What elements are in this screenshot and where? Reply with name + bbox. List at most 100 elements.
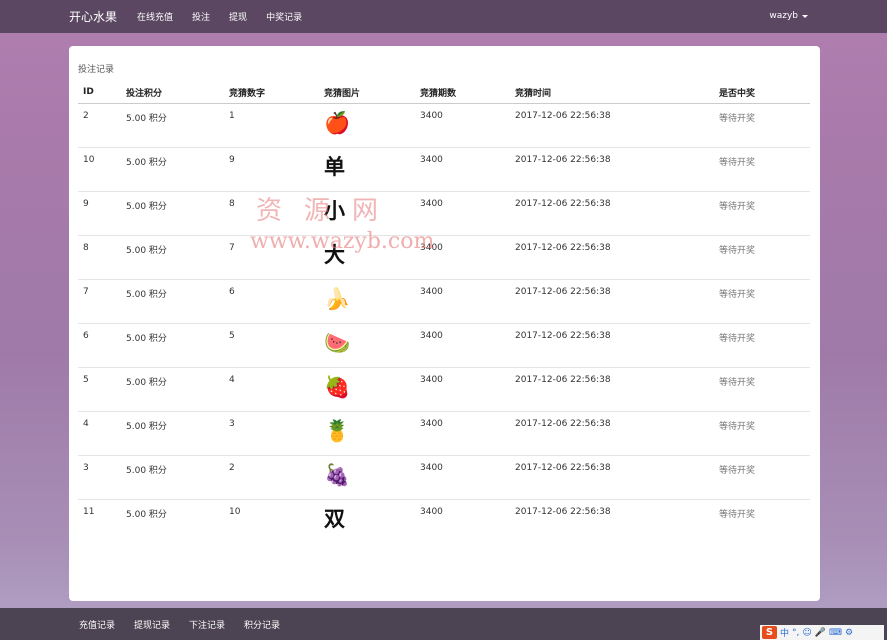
- ime-emoji-icon[interactable]: ☺: [802, 628, 811, 638]
- cell-id: 2: [78, 103, 121, 148]
- cell-picture: 双: [319, 499, 415, 543]
- cell-period: 3400: [415, 147, 510, 192]
- nav-link-win-records[interactable]: 中奖记录: [266, 10, 302, 23]
- footer-link-recharge-records[interactable]: 充值记录: [79, 618, 115, 631]
- cell-period: 3400: [420, 506, 443, 517]
- cell-time: 2017-12-06 22:56:38: [510, 411, 714, 456]
- guess-picture-icon: 🍓: [324, 374, 351, 399]
- cell-picture: 🍌: [319, 279, 415, 324]
- cell-points: 5.00 积分: [121, 147, 224, 192]
- cell-id: 11: [83, 506, 95, 517]
- cell-time: 2017-12-06 22:56:38: [510, 235, 714, 280]
- cell-id: 6: [78, 323, 121, 368]
- ime-toolbar[interactable]: S 中 °, ☺ 🎤 ⌨ ⚙: [760, 625, 884, 640]
- ime-punctuation-icon[interactable]: °,: [792, 628, 799, 638]
- col-header-id: ID: [78, 82, 121, 104]
- cell-number: 3: [224, 411, 319, 456]
- cell-status: 等待开奖: [714, 147, 810, 192]
- col-header-period: 竞猜期数: [415, 82, 510, 104]
- ime-voice-icon[interactable]: 🎤: [815, 628, 826, 638]
- cell-picture: 🍉: [319, 323, 415, 368]
- footer-link-bet-records[interactable]: 下注记录: [189, 618, 225, 631]
- cell-number: 4: [224, 367, 319, 412]
- col-header-points: 投注积分: [121, 82, 224, 104]
- col-header-time: 竞猜时间: [510, 82, 714, 104]
- cell-points: 5.00 积分: [126, 509, 167, 520]
- cell-picture: 🍓: [319, 367, 415, 412]
- cell-picture: 小: [319, 191, 415, 236]
- cell-status: 等待开奖: [714, 103, 810, 148]
- footer-link-points-records[interactable]: 积分记录: [244, 618, 280, 631]
- col-header-status: 是否中奖: [714, 82, 810, 104]
- guess-picture-icon: 🍌: [324, 286, 351, 311]
- table-row: 10 5.00 积分 9 单 3400 2017-12-06 22:56:38 等待开奖: [78, 147, 810, 192]
- table-row: 4 5.00 积分 3 🍍 3400 2017-12-06 22:56:38 等待开奖: [78, 411, 810, 456]
- cell-time: 2017-12-06 22:56:38: [510, 455, 714, 500]
- sogou-logo-icon[interactable]: S: [762, 626, 777, 639]
- cell-picture: 🍍: [319, 411, 415, 456]
- cell-time: 2017-12-06 22:56:38: [510, 147, 714, 192]
- nav-link-recharge[interactable]: 在线充值: [137, 10, 173, 23]
- cell-status: 等待开奖: [714, 455, 810, 500]
- footer-links: 充值记录 提现记录 下注记录 积分记录: [79, 618, 299, 631]
- cell-points: 5.00 积分: [121, 411, 224, 456]
- guess-picture-icon: 🍎: [324, 110, 351, 135]
- cell-points: 5.00 积分: [121, 323, 224, 368]
- guess-picture-icon: 🍇: [324, 462, 351, 487]
- guess-picture-icon: 🍍: [324, 418, 351, 443]
- ime-keyboard-icon[interactable]: ⌨: [829, 628, 842, 638]
- guess-picture-icon: 大: [324, 241, 345, 267]
- nav-link-withdraw[interactable]: 提现: [229, 10, 247, 23]
- cell-number: 7: [224, 235, 319, 280]
- guess-picture-icon: 🍉: [324, 330, 351, 355]
- panel-title: 投注记录: [78, 65, 115, 75]
- cell-status: 等待开奖: [714, 367, 810, 412]
- cell-points: 5.00 积分: [121, 191, 224, 236]
- cell-id: 3: [78, 455, 121, 500]
- cell-time: 2017-12-06 22:56:38: [510, 191, 714, 236]
- cell-status: 等待开奖: [714, 191, 810, 236]
- cell-time: 2017-12-06 22:56:38: [515, 506, 611, 517]
- cell-period: 3400: [415, 235, 510, 280]
- cell-number: 9: [224, 147, 319, 192]
- cell-period: 3400: [415, 455, 510, 500]
- cell-points: 5.00 积分: [121, 235, 224, 280]
- nav-link-bet[interactable]: 投注: [192, 10, 210, 23]
- cell-id: 7: [78, 279, 121, 324]
- cell-picture: 单: [319, 147, 415, 192]
- cell-number: 6: [224, 279, 319, 324]
- cell-number: 5: [224, 323, 319, 368]
- brand-logo[interactable]: 开心水果: [69, 8, 117, 25]
- footer-link-withdraw-records[interactable]: 提现记录: [134, 618, 170, 631]
- cell-id: 4: [78, 411, 121, 456]
- table-row: 8 5.00 积分 7 大 3400 2017-12-06 22:56:38 等待开奖: [78, 235, 810, 280]
- ime-settings-icon[interactable]: ⚙: [845, 628, 853, 638]
- cell-period: 3400: [415, 279, 510, 324]
- table-header-row: ID 投注积分 竞猜数字 竞猜图片 竞猜期数 竞猜时间 是否中奖: [78, 82, 810, 104]
- cell-period: 3400: [415, 103, 510, 148]
- cell-time: 2017-12-06 22:56:38: [510, 279, 714, 324]
- user-dropdown[interactable]: wazyb: [769, 11, 808, 21]
- cell-status: 等待开奖: [714, 411, 810, 456]
- cell-points: 5.00 积分: [121, 103, 224, 148]
- col-header-number: 竞猜数字: [224, 82, 319, 104]
- cell-number: 8: [224, 191, 319, 236]
- cell-picture: 🍇: [319, 455, 415, 500]
- cell-picture: 大: [319, 235, 415, 280]
- cell-points: 5.00 积分: [121, 279, 224, 324]
- top-navbar: 开心水果 在线充值 投注 提现 中奖记录 wazyb: [0, 0, 887, 33]
- table-row: 3 5.00 积分 2 🍇 3400 2017-12-06 22:56:38 等待开奖: [78, 455, 810, 500]
- table-row: 9 5.00 积分 8 小 3400 2017-12-06 22:56:38 等待开奖: [78, 191, 810, 236]
- cell-number: 2: [224, 455, 319, 500]
- cell-points: 5.00 积分: [121, 367, 224, 412]
- cell-id: 5: [78, 367, 121, 412]
- col-header-picture: 竞猜图片: [319, 82, 415, 104]
- bet-records-table: ID 投注积分 竞猜数字 竞猜图片 竞猜期数 竞猜时间 是否中奖 2 5.00 积…: [78, 82, 810, 543]
- table-row: 2 5.00 积分 1 🍎 3400 2017-12-06 22:56:38 等待开奖: [78, 103, 810, 148]
- nav-links: 在线充值 投注 提现 中奖记录: [137, 10, 321, 23]
- table-row: 7 5.00 积分 6 🍌 3400 2017-12-06 22:56:38 等待开奖: [78, 279, 810, 324]
- username: wazyb: [769, 11, 798, 21]
- cell-time: 2017-12-06 22:56:38: [510, 367, 714, 412]
- ime-chinese-toggle[interactable]: 中: [780, 626, 789, 639]
- guess-picture-icon: 双: [324, 505, 345, 531]
